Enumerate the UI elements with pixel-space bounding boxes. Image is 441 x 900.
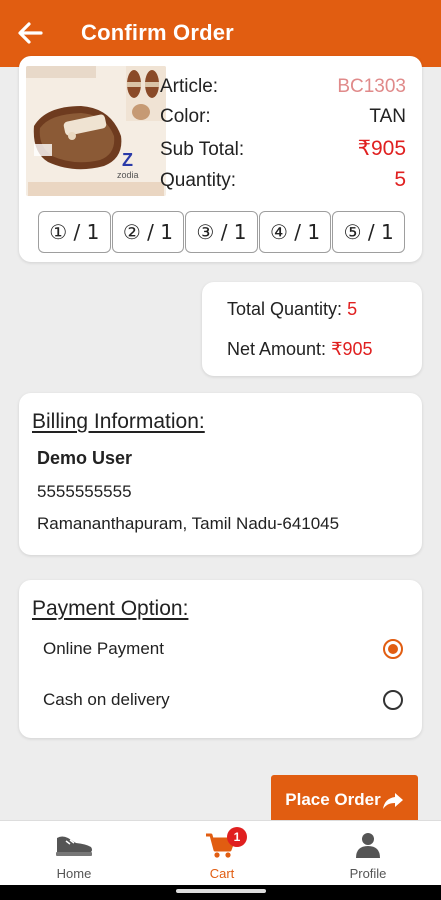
net-amount-value: ₹905 bbox=[331, 339, 373, 359]
color-row: Color: TAN bbox=[160, 106, 406, 128]
size-chip-2[interactable]: ② / 1 bbox=[111, 211, 185, 253]
back-button[interactable] bbox=[14, 19, 46, 47]
place-order-button[interactable]: Place Order bbox=[271, 775, 418, 823]
system-home-indicator[interactable] bbox=[176, 889, 266, 893]
size-chip-5[interactable]: ⑤ / 1 bbox=[332, 211, 405, 253]
size-chip-3[interactable]: ③ / 1 bbox=[185, 211, 258, 253]
arrow-left-icon bbox=[18, 22, 43, 44]
brand-logo-name: zodia bbox=[117, 170, 139, 180]
bottom-navigation: Home 1 Cart Profile bbox=[0, 820, 441, 885]
subtotal-value: ₹905 bbox=[357, 137, 406, 160]
subtotal-label: Sub Total: bbox=[160, 139, 245, 160]
payment-option-label: Online Payment bbox=[43, 639, 164, 658]
color-label: Color: bbox=[160, 106, 211, 127]
total-quantity-label: Total Quantity: bbox=[227, 299, 343, 319]
subtotal-row: Sub Total: ₹905 bbox=[160, 136, 406, 161]
nav-cart-label: Cart bbox=[209, 866, 235, 881]
product-image[interactable]: Z zodia bbox=[26, 66, 166, 196]
article-label: Article: bbox=[160, 76, 219, 97]
color-value: TAN bbox=[369, 106, 406, 127]
net-amount-label: Net Amount: bbox=[227, 339, 327, 359]
net-amount-line: Net Amount: ₹905 bbox=[227, 339, 373, 360]
size-chip-4[interactable]: ④ / 1 bbox=[258, 211, 332, 253]
article-value: BC1303 bbox=[337, 76, 406, 97]
nav-profile[interactable]: Profile bbox=[340, 821, 396, 885]
brand-logo-letter: Z bbox=[122, 150, 133, 170]
place-order-label: Place Order bbox=[285, 790, 381, 809]
payment-option-online[interactable]: Online Payment bbox=[43, 634, 403, 664]
article-row: Article: BC1303 bbox=[160, 76, 406, 98]
nav-cart[interactable]: 1 Cart bbox=[192, 821, 252, 885]
payment-title: Payment Option: bbox=[32, 597, 189, 620]
sandal-product-image: Z zodia bbox=[26, 66, 166, 196]
nav-profile-label: Profile bbox=[349, 866, 387, 881]
order-totals-card: Total Quantity: 5 Net Amount: ₹905 bbox=[202, 282, 422, 376]
quantity-label: Quantity: bbox=[160, 170, 237, 191]
quantity-value: 5 bbox=[394, 168, 406, 191]
app-screen: Confirm Order Z zodia Article: BC1303 Co… bbox=[0, 0, 441, 885]
nav-home[interactable]: Home bbox=[45, 821, 103, 885]
billing-name: Demo User bbox=[37, 448, 133, 468]
size-chip-1[interactable]: ① / 1 bbox=[38, 211, 111, 253]
person-icon bbox=[356, 833, 380, 858]
nav-home-label: Home bbox=[56, 866, 92, 881]
size-quantity-row: ① / 1 ② / 1 ③ / 1 ④ / 1 ⑤ / 1 bbox=[38, 211, 406, 253]
payment-option-cod[interactable]: Cash on delivery bbox=[43, 685, 403, 715]
billing-phone: 5555555555 bbox=[37, 482, 132, 501]
billing-title: Billing Information: bbox=[32, 410, 205, 433]
billing-address: Ramananthapuram, Tamil Nadu-641045 bbox=[37, 514, 340, 533]
share-arrow-icon bbox=[382, 793, 403, 809]
radio-unselected-icon[interactable] bbox=[383, 690, 403, 710]
payment-card: Payment Option: Online Payment Cash on d… bbox=[19, 580, 422, 738]
billing-card: Billing Information: Demo User 555555555… bbox=[19, 393, 422, 555]
payment-option-label: Cash on delivery bbox=[43, 690, 170, 709]
product-card: Z zodia Article: BC1303 Color: TAN Sub T… bbox=[19, 56, 422, 262]
total-quantity-value: 5 bbox=[347, 299, 358, 319]
cart-count-badge: 1 bbox=[227, 827, 247, 847]
page-title: Confirm Order bbox=[81, 20, 234, 45]
quantity-row: Quantity: 5 bbox=[160, 168, 406, 192]
total-quantity-line: Total Quantity: 5 bbox=[227, 299, 357, 320]
shoe-icon bbox=[56, 836, 92, 856]
radio-selected-icon[interactable] bbox=[383, 639, 403, 659]
